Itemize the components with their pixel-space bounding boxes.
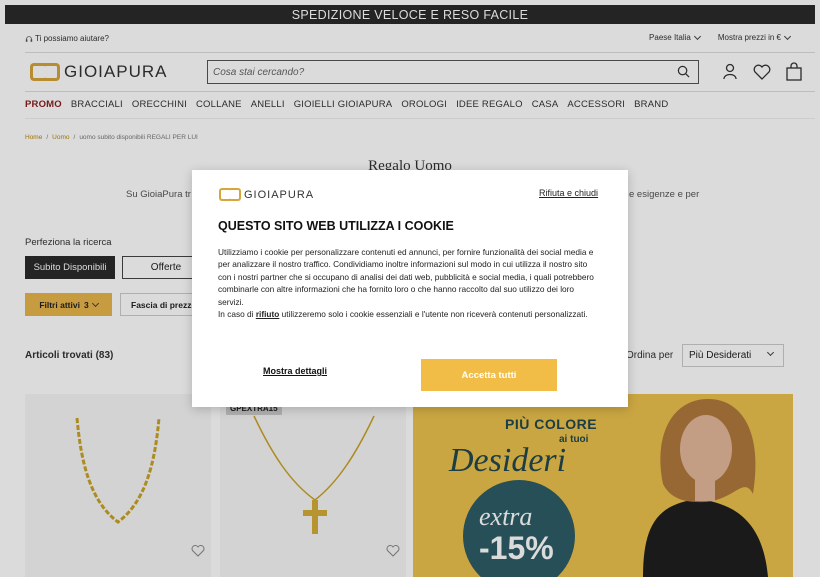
cookie-description-p2-pre: In caso di xyxy=(218,309,256,320)
dialog-logo: GIOIAPURA xyxy=(219,188,314,201)
rifiuto-link[interactable]: rifiuto xyxy=(256,309,280,319)
cookie-description: Utilizziamo i cookie per personalizzare … xyxy=(218,246,602,320)
reject-and-close-link[interactable]: Rifiuta e chiudi xyxy=(539,188,598,198)
cookie-description-p2-post: utilizzeremo solo i cookie essenziali e … xyxy=(279,309,588,320)
cookie-title: QUESTO SITO WEB UTILIZZA I COOKIE xyxy=(218,219,454,233)
dialog-logo-text: GIOIAPURA xyxy=(244,188,315,201)
cookie-description-p1: Utilizziamo i cookie per personalizzare … xyxy=(218,247,594,307)
accept-all-button[interactable]: Accetta tutti xyxy=(421,359,557,391)
cookie-consent-dialog: GIOIAPURA Rifiuta e chiudi QUESTO SITO W… xyxy=(192,170,628,407)
logo-mark-icon xyxy=(219,188,241,201)
show-details-link[interactable]: Mostra dettagli xyxy=(263,366,327,376)
